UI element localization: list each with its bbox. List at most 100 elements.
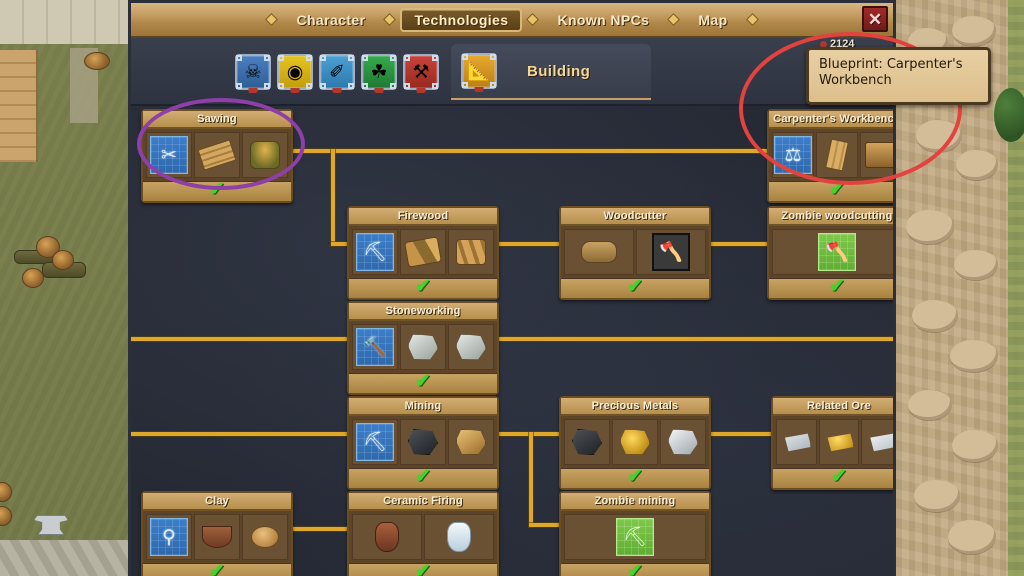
tab-character[interactable]: Character	[282, 8, 379, 32]
diamond-separator-icon	[747, 14, 757, 25]
tech-slot[interactable]	[352, 514, 422, 560]
building-category-icon[interactable]: 📐	[461, 53, 497, 89]
technologies-window: Character Technologies Known NPCs Map ✕ …	[128, 0, 896, 576]
tree-stump	[84, 52, 110, 70]
tech-node-footer: ✔	[561, 277, 709, 298]
researched-check-icon: ✔	[627, 466, 643, 487]
tech-node-firewood[interactable]: Firewood ⛏ ✔	[347, 206, 499, 300]
link-into-zombie-mining	[529, 523, 561, 527]
tab-map[interactable]: Map	[684, 8, 741, 32]
gold-ingot-item-icon	[827, 433, 854, 452]
skull-category-icon[interactable]: ☠	[235, 54, 271, 90]
woodcutter-npc-icon: 🪓	[652, 233, 690, 271]
rock	[916, 120, 962, 152]
tech-slot[interactable]: ⚲	[146, 514, 192, 560]
technology-tree-canvas[interactable]: Sawing ✂ ✔ Carpenter's Workbench ⚖ ✔ Firewood ⛏…	[131, 106, 893, 576]
copper-ore-item-icon	[456, 429, 486, 455]
tech-slot[interactable]: 🔨	[352, 324, 398, 370]
clay-jar-item-icon	[375, 522, 399, 552]
rock	[914, 480, 960, 512]
eye-category-icon[interactable]: ◉	[277, 54, 313, 90]
tech-node-clay[interactable]: Clay ⚲ ✔	[141, 491, 293, 576]
tech-node-mining[interactable]: Mining ⛏ ✔	[347, 396, 499, 490]
tech-node-title: Mining	[349, 398, 497, 416]
window-titlebar: Character Technologies Known NPCs Map ✕	[131, 3, 893, 38]
link-precious-down	[529, 432, 533, 527]
tech-node-sawing[interactable]: Sawing ✂ ✔	[141, 109, 293, 203]
researched-check-icon: ✔	[209, 179, 225, 200]
grass-edge	[1008, 0, 1024, 576]
tech-slot[interactable]	[448, 419, 494, 465]
tech-node-slots	[349, 511, 497, 564]
tools-category-icon[interactable]: ⚒	[403, 54, 439, 90]
tech-slot[interactable]	[564, 419, 610, 465]
feather-glyph: ✐	[329, 61, 345, 83]
close-button[interactable]: ✕	[862, 6, 888, 32]
tech-node-woodcutter[interactable]: Woodcutter 🪓 ✔	[559, 206, 711, 300]
tech-node-carpenters-workbench[interactable]: Carpenter's Workbench ⚖ ✔	[767, 109, 893, 203]
tab-known-npcs[interactable]: Known NPCs	[543, 8, 663, 32]
tech-slot[interactable]	[861, 419, 893, 465]
category-icon-row: ☠ ◉ ✐ ☘ ⚒ 📐 Building	[235, 44, 887, 100]
toolbox-item-icon	[865, 142, 893, 168]
tech-slot[interactable]: ✂	[146, 132, 192, 178]
tab-technologies[interactable]: Technologies	[400, 7, 523, 32]
tech-slot[interactable]	[400, 419, 446, 465]
tech-slot[interactable]: ⛏	[564, 514, 706, 560]
tech-node-footer: ✔	[349, 372, 497, 393]
tech-slot[interactable]	[242, 514, 288, 560]
tech-node-precious-metals[interactable]: Precious Metals ✔	[559, 396, 711, 490]
tech-slot[interactable]	[564, 229, 634, 275]
tech-slot[interactable]: ⚖	[772, 132, 814, 178]
tech-node-ceramic-firing[interactable]: Ceramic Firing ✔	[347, 491, 499, 576]
blueprint-mining-icon: ⛏	[356, 423, 394, 461]
tech-slot[interactable]	[448, 324, 494, 370]
link-stoneworking-right	[499, 337, 893, 341]
menu-tab-row: Character Technologies Known NPCs Map	[261, 7, 762, 32]
cobblestone-path	[0, 540, 132, 576]
tech-slot[interactable]	[400, 229, 446, 275]
tech-slot[interactable]: 🪓	[636, 229, 706, 275]
tech-node-zombie-mining[interactable]: Zombie mining ⛏ ✔	[559, 491, 711, 576]
world-left-terrain	[0, 0, 132, 576]
category-selected-building[interactable]: 📐 Building	[451, 44, 651, 100]
tech-node-title: Precious Metals	[561, 398, 709, 416]
log-pile-stump	[22, 268, 44, 288]
plant-category-icon[interactable]: ☘	[361, 54, 397, 90]
tech-node-stoneworking[interactable]: Stoneworking 🔨 ✔	[347, 301, 499, 395]
tech-slot[interactable]	[194, 132, 240, 178]
tech-slot[interactable]	[612, 419, 658, 465]
tech-slot[interactable]	[400, 324, 446, 370]
tech-slot[interactable]	[860, 132, 893, 178]
tech-slot[interactable]: ⛏	[352, 419, 398, 465]
tech-slot[interactable]	[424, 514, 494, 560]
tech-slot[interactable]	[448, 229, 494, 275]
plank-item-icon	[825, 138, 849, 172]
tech-slot[interactable]: ⛏	[352, 229, 398, 275]
skull-glyph: ☠	[244, 61, 262, 83]
planks-item-icon	[197, 139, 237, 171]
tech-node-slots: ⚲	[143, 511, 291, 564]
tech-slot[interactable]	[818, 419, 860, 465]
tech-slot[interactable]	[776, 419, 817, 465]
tech-slot[interactable]	[194, 514, 240, 560]
tech-node-related-ore[interactable]: Related Ore ✔	[771, 396, 893, 490]
tech-node-slots: 🪓	[561, 226, 709, 279]
tech-node-slots: ⛏	[349, 416, 497, 469]
tech-node-title: Clay	[143, 493, 291, 511]
tech-slot[interactable]	[242, 132, 288, 178]
link-precious-to-related-ore	[711, 432, 773, 436]
tools-glyph: ⚒	[412, 61, 430, 83]
tech-node-footer: ✔	[773, 467, 893, 488]
tech-slot[interactable]	[816, 132, 858, 178]
tech-node-footer: ✔	[143, 179, 291, 201]
anvil	[34, 515, 68, 535]
rock	[912, 300, 958, 332]
tech-slot[interactable]: 🪓	[772, 229, 893, 275]
tech-slot[interactable]	[660, 419, 706, 465]
tech-node-zombie-woodcutting[interactable]: Zombie woodcutting 🪓 ✔	[767, 206, 893, 300]
link-woodcutter-to-zombie-woodcutting	[711, 242, 769, 246]
blueprint-firewood-icon: ⛏	[356, 233, 394, 271]
feather-category-icon[interactable]: ✐	[319, 54, 355, 90]
bush	[994, 88, 1024, 142]
